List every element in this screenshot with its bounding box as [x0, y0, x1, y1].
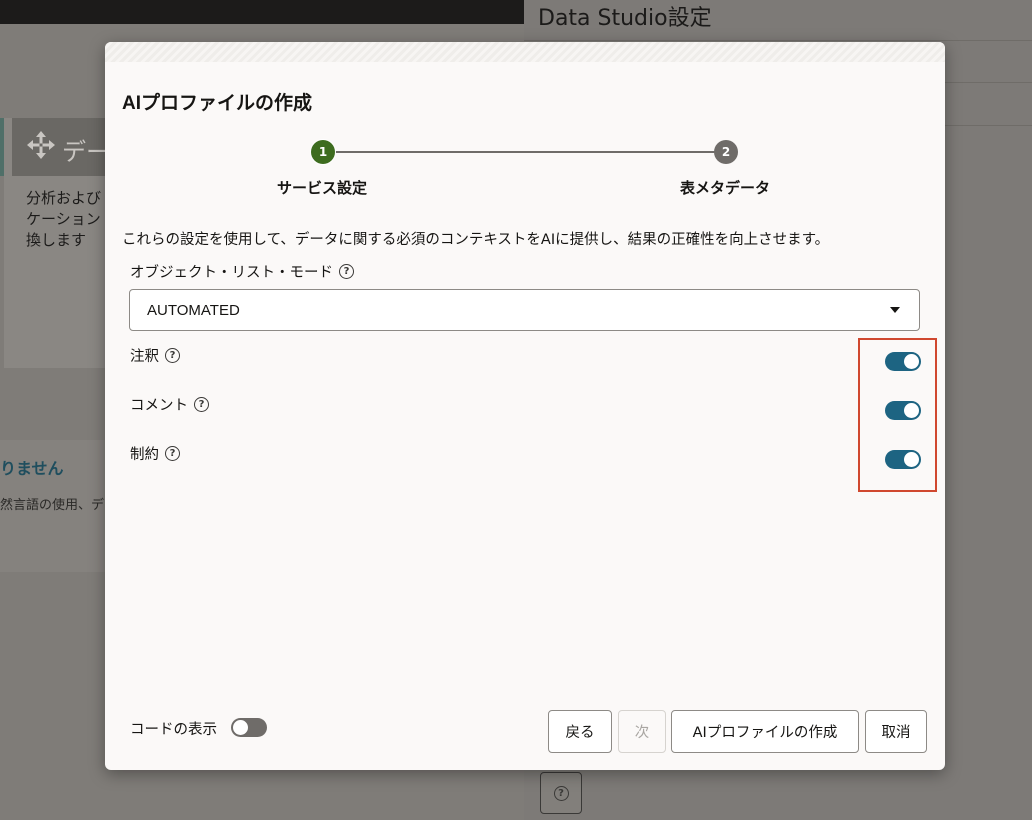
- cancel-button[interactable]: 取消: [865, 710, 927, 753]
- create-ai-profile-button[interactable]: AIプロファイルの作成: [671, 710, 859, 753]
- divider: [524, 40, 1032, 41]
- background-card-edge: [0, 118, 4, 176]
- comments-label: コメント ?: [130, 394, 209, 415]
- question-circle-icon[interactable]: ?: [339, 264, 354, 279]
- toggle-highlight-box: [858, 338, 937, 492]
- divider: [944, 82, 1032, 83]
- panel-help-button[interactable]: ?: [540, 772, 582, 814]
- train-stop-1[interactable]: 1: [311, 140, 335, 164]
- settings-panel-title: Data Studio設定: [538, 6, 712, 31]
- question-circle-icon[interactable]: ?: [165, 446, 180, 461]
- object-list-mode-value: AUTOMATED: [147, 302, 240, 319]
- background-card-text: 分析および ケーション 換します: [26, 189, 102, 249]
- object-list-mode-label: オブジェクト・リスト・モード ?: [130, 261, 354, 282]
- dialog-title: AIプロファイルの作成: [122, 93, 313, 114]
- train-connector: [333, 151, 715, 153]
- comments-label-text: コメント: [130, 398, 188, 414]
- background-top-bar: [0, 0, 524, 24]
- object-list-mode-select[interactable]: AUTOMATED: [129, 289, 920, 331]
- show-code-label: コードの表示: [130, 722, 217, 738]
- train-stop-2[interactable]: 2: [714, 140, 738, 164]
- background-banner-title: りません: [0, 459, 64, 478]
- move-arrows-icon: [27, 131, 55, 159]
- train-label-table-metadata[interactable]: 表メタデータ: [680, 177, 770, 198]
- background-card-title: デー: [62, 138, 110, 166]
- constraints-label: 制約 ?: [130, 443, 180, 464]
- constraints-label-text: 制約: [130, 447, 159, 463]
- annotations-label: 注釈 ?: [130, 345, 180, 366]
- dialog-description: これらの設定を使用して、データに関する必須のコンテキストをAIに提供し、結果の正…: [122, 232, 830, 248]
- object-list-mode-label-text: オブジェクト・リスト・モード: [130, 265, 333, 281]
- question-circle-icon[interactable]: ?: [194, 397, 209, 412]
- caret-down-icon: [890, 307, 900, 313]
- annotations-label-text: 注釈: [130, 349, 159, 365]
- question-circle-icon: ?: [553, 785, 569, 801]
- show-code-switch[interactable]: [231, 718, 267, 737]
- question-circle-icon[interactable]: ?: [165, 348, 180, 363]
- back-button[interactable]: 戻る: [548, 710, 612, 753]
- background-banner-text: 然言語の使用、デー: [0, 498, 118, 513]
- divider: [944, 125, 1032, 126]
- train-label-service-settings[interactable]: サービス設定: [277, 177, 367, 198]
- create-ai-profile-dialog: AIプロファイルの作成 1 2 サービス設定 表メタデータ これらの設定を使用し…: [105, 42, 945, 770]
- dialog-header-pattern: [105, 42, 945, 62]
- next-button[interactable]: 次: [618, 710, 666, 753]
- switch-knob: [233, 720, 248, 735]
